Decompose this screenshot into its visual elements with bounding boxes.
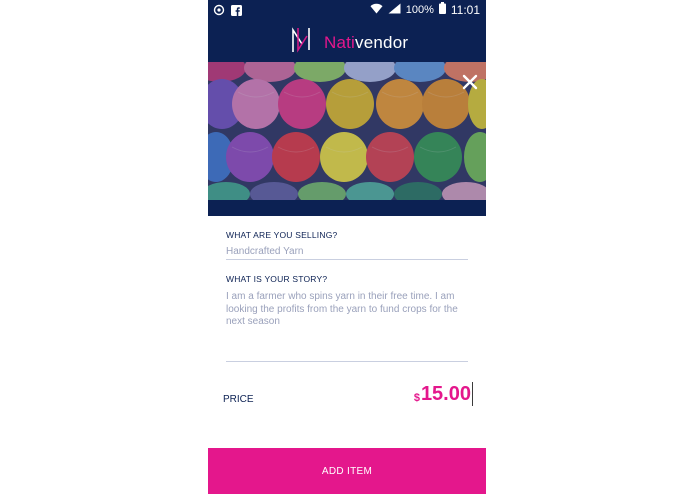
wifi-icon — [370, 3, 383, 17]
clock: 11:01 — [450, 2, 480, 17]
price-amount: 15.00 — [420, 383, 471, 405]
product-image — [208, 62, 486, 200]
product-form: WHAT ARE YOU SELLING? Handcrafted Yarn W… — [226, 230, 468, 362]
status-bar: 100% 11:01 — [208, 0, 486, 20]
image-bottom-bar — [208, 200, 486, 216]
add-item-button[interactable]: ADD ITEM — [208, 448, 486, 494]
battery-percent: 100% — [405, 3, 434, 16]
facebook-icon — [231, 3, 242, 21]
app-header: Nativendor — [208, 20, 486, 62]
brand-logo: Nativendor — [288, 26, 408, 59]
logo-n-icon — [288, 26, 314, 59]
sync-icon — [213, 3, 225, 21]
brand-name: Nativendor — [324, 33, 408, 53]
story-label: WHAT IS YOUR STORY? — [226, 274, 328, 284]
price-currency: $ — [413, 392, 420, 404]
signal-icon — [388, 3, 401, 17]
selling-label: WHAT ARE YOU SELLING? — [226, 230, 338, 240]
text-cursor — [472, 382, 473, 406]
brand-name-part2: vendor — [355, 32, 409, 52]
phone-screen: 100% 11:01 Nativendor WHAT ARE YOU SELLI… — [208, 0, 486, 494]
price-row: PRICE $ 15.00 — [223, 382, 473, 408]
selling-input[interactable]: Handcrafted Yarn — [226, 246, 468, 260]
battery-icon — [438, 2, 446, 17]
price-label: PRICE — [223, 394, 254, 405]
close-button[interactable] — [460, 72, 480, 92]
close-icon — [460, 74, 480, 96]
brand-name-part1: Nati — [324, 32, 356, 52]
story-textarea[interactable]: I am a farmer who spins yarn in their fr… — [226, 291, 468, 362]
price-input[interactable]: $ 15.00 — [414, 382, 473, 406]
